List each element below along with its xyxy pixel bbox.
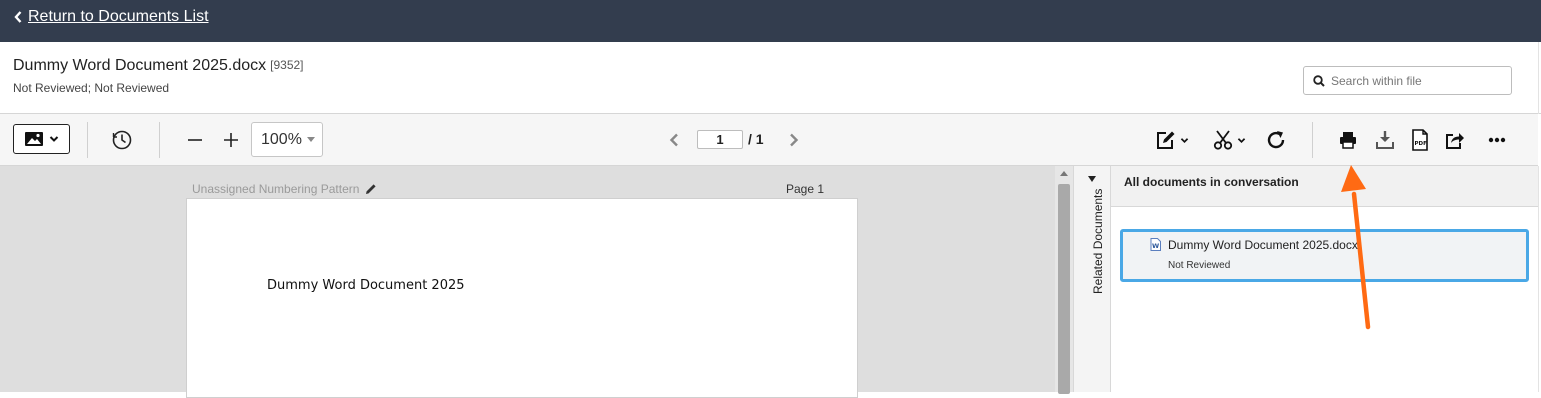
- search-within-file-box[interactable]: [1303, 66, 1512, 95]
- zoom-level-value: 100%: [261, 130, 302, 148]
- toolbar-divider: [159, 122, 160, 158]
- svg-text:W: W: [1152, 242, 1159, 250]
- collapse-arrow-icon: [1088, 176, 1096, 182]
- document-page: Dummy Word Document 2025: [186, 198, 858, 398]
- image-view-dropdown-button[interactable]: [13, 124, 70, 154]
- pdf-icon: PDF: [1412, 129, 1428, 151]
- document-title-row: Dummy Word Document 2025.docx [9352]: [13, 57, 304, 75]
- related-documents-tab[interactable]: Related Documents: [1073, 166, 1111, 392]
- conversation-document-item[interactable]: W Dummy Word Document 2025.docx Not Revi…: [1120, 229, 1529, 282]
- redact-dropdown-button[interactable]: [1209, 128, 1249, 152]
- chevron-down-icon: [49, 136, 59, 142]
- chevron-down-icon: [1180, 137, 1189, 143]
- return-to-documents-label: Return to Documents List: [28, 8, 209, 25]
- edit-icon: [1157, 131, 1175, 149]
- return-to-documents-link[interactable]: Return to Documents List: [14, 8, 209, 26]
- numbering-pattern-label: Unassigned Numbering Pattern: [192, 182, 360, 196]
- viewer-toolbar: 100% 1 / 1 PDF: [0, 114, 1538, 166]
- share-icon: [1446, 133, 1464, 149]
- zoom-level-select[interactable]: 100%: [251, 122, 323, 157]
- document-id: [9352]: [270, 58, 304, 72]
- top-nav-bar: Return to Documents List: [0, 0, 1541, 42]
- conversation-document-name: Dummy Word Document 2025.docx: [1168, 238, 1358, 252]
- print-button[interactable]: [1336, 128, 1360, 152]
- conversation-document-status: Not Reviewed: [1168, 260, 1231, 271]
- image-icon: [25, 132, 43, 146]
- document-title: Dummy Word Document 2025.docx: [13, 57, 267, 74]
- history-button[interactable]: [110, 128, 134, 152]
- document-header: Dummy Word Document 2025.docx [9352] Not…: [0, 42, 1541, 114]
- refresh-icon: [1267, 131, 1285, 149]
- document-review-status: Not Reviewed; Not Reviewed: [13, 81, 170, 95]
- related-documents-label: Related Documents: [1091, 188, 1105, 294]
- refresh-button[interactable]: [1264, 128, 1288, 152]
- next-page-button[interactable]: [786, 131, 802, 149]
- numbering-pattern[interactable]: Unassigned Numbering Pattern: [192, 182, 377, 196]
- page-label: Page 1: [786, 182, 825, 196]
- panel-header: All documents in conversation: [1111, 166, 1538, 207]
- chevron-left-icon: [14, 11, 22, 23]
- scroll-up-arrow[interactable]: [1060, 171, 1068, 176]
- download-icon: [1376, 131, 1394, 149]
- pencil-icon[interactable]: [365, 183, 377, 195]
- chevron-left-icon: [669, 133, 678, 147]
- download-button[interactable]: [1373, 128, 1397, 152]
- zoom-in-button[interactable]: [221, 131, 241, 149]
- search-within-file-input[interactable]: [1331, 73, 1501, 88]
- page-total: / 1: [748, 131, 764, 147]
- minus-icon: [188, 139, 202, 141]
- chevron-down-icon: [1237, 137, 1246, 143]
- document-page-text: Dummy Word Document 2025: [267, 278, 465, 293]
- previous-page-button[interactable]: [666, 131, 682, 149]
- search-icon: [1313, 74, 1325, 87]
- document-viewer: Unassigned Numbering Pattern Page 1 Dumm…: [0, 166, 1055, 398]
- conversation-documents-panel: All documents in conversation W Dummy Wo…: [1111, 166, 1541, 392]
- toolbar-divider: [1312, 122, 1313, 158]
- clock-icon: [112, 130, 132, 150]
- more-horizontal-icon: [1488, 137, 1506, 143]
- toolbar-divider: [87, 122, 88, 158]
- scrollbar-thumb[interactable]: [1058, 184, 1070, 394]
- word-document-icon: W: [1150, 238, 1161, 251]
- panel-divider: [1538, 166, 1539, 392]
- svg-text:PDF: PDF: [1415, 141, 1428, 147]
- zoom-out-button[interactable]: [185, 131, 205, 149]
- page-number-input[interactable]: 1: [697, 130, 743, 149]
- printer-icon: [1340, 132, 1356, 149]
- more-options-button[interactable]: [1485, 128, 1509, 152]
- share-button[interactable]: [1443, 128, 1467, 152]
- annotate-dropdown-button[interactable]: [1152, 128, 1192, 152]
- viewer-scrollbar[interactable]: [1055, 166, 1073, 394]
- caret-down-icon: [306, 137, 315, 142]
- panel-title: All documents in conversation: [1124, 175, 1299, 189]
- header-divider: [1538, 42, 1539, 114]
- scissors-icon: [1213, 130, 1233, 150]
- pdf-export-button[interactable]: PDF: [1408, 127, 1432, 153]
- chevron-right-icon: [790, 133, 799, 147]
- plus-icon: [224, 133, 238, 147]
